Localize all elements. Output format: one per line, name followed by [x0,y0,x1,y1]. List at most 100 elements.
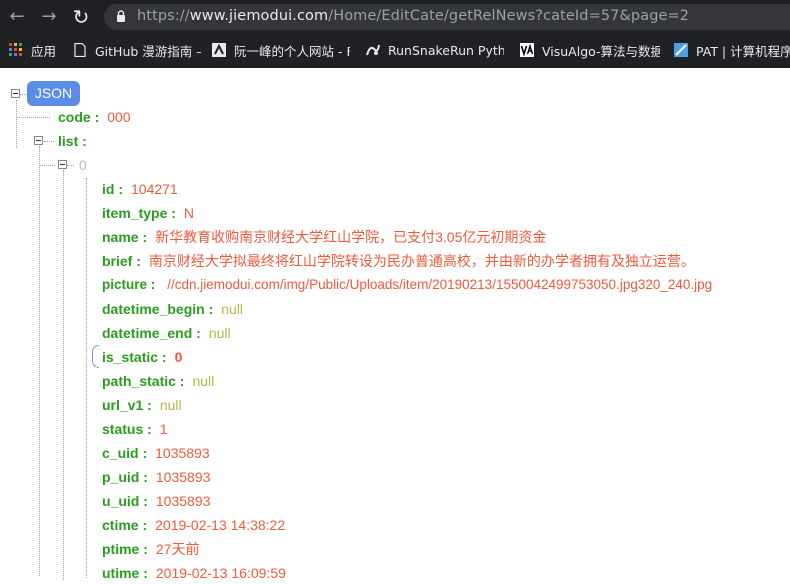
bookmark-label: RunSnakeRun Pytho [388,42,504,58]
json-key: u_uid : [102,493,148,509]
collapse-item-0-toggle[interactable] [58,160,67,169]
bookmark-apps[interactable]: 应用 [9,40,69,60]
json-value: 2019-02-13 14:38:22 [155,517,286,533]
json-key: code : [58,109,100,125]
json-row-code: code : 000 [58,106,131,128]
tree-guide-item-fields [63,170,64,580]
json-row-path-static: path_static : null [102,370,214,392]
collapse-root-toggle[interactable] [11,89,20,98]
json-row-datetime-begin: datetime_begin : null [102,298,243,320]
bookmark-visualgo[interactable]: VisuAlgo-算法与数据 [520,40,660,60]
json-row-name: name : 新华教育收购南京财经大学红山学院，已支付3.05亿元初期资金 [102,226,546,248]
json-value: null [208,325,231,341]
json-value: 2019-02-13 16:09:59 [155,565,286,581]
json-value: 南京财经大学拟最终将红山学院转设为民办普通高校，并由新的办学者拥有及独立运营。 [148,253,695,269]
json-key: p_uid : [102,469,148,485]
json-row-status: status : 1 [102,418,168,440]
json-row-ctime: ctime : 2019-02-13 14:38:22 [102,514,285,536]
tree-guide-list [44,141,54,142]
json-row-id: id : 104271 [102,178,178,200]
url-scheme: https:// [137,8,190,24]
json-row-index: 0 [79,154,87,176]
json-key: brief : [102,253,141,269]
json-row-item-type: item_type : N [102,202,194,224]
json-value: 104271 [131,181,178,197]
json-key: ctime : [102,517,148,533]
json-value: null [192,373,215,389]
json-row-c-uid: c_uid : 1035893 [102,442,210,464]
json-value: 27天前 [155,541,200,557]
json-value: 1035893 [155,469,211,485]
json-row-picture: picture : //cdn.jiemodui.com/img/Public/U… [102,274,712,296]
json-value: 新华教育收购南京财经大学红山学院，已支付3.05亿元初期资金 [155,229,547,245]
json-key: name : [102,229,148,245]
url-path: /Home/EditCate/getRelNews?cateId=57&page… [328,8,690,24]
json-key: utime : [102,565,148,581]
json-key: status : [102,421,152,437]
tree-guide-index-label [66,165,74,166]
url-text: https://www.jiemodui.com/Home/EditCate/g… [137,8,689,24]
bookmark-label: PAT | 计算机程序设 [696,43,790,59]
json-row-ptime: ptime : 27天前 [102,538,199,560]
json-row-is-static: is_static : 0 [102,346,182,368]
tree-guide-code [16,117,50,118]
page-icon [74,43,86,57]
json-value: null [221,301,244,317]
visualgo-favicon-icon [520,43,534,57]
bookmarks-bar: 应用 GitHub 漫游指南 – 阮一峰的个人网站 - F RunSnakeRu… [0,36,790,64]
json-key: item_type : [102,205,176,221]
bookmark-runsnakerun[interactable]: RunSnakeRun Pytho [366,40,504,60]
json-value: 1035893 [155,493,211,509]
json-row-list: list : [58,130,87,152]
json-value: 1 [159,421,168,437]
lock-icon [117,10,125,22]
json-key: ptime : [102,541,148,557]
json-viewer: JSON code : 000 list : 0 id : 104271 item_… [0,68,790,581]
json-row-url-v1: url_v1 : null [102,394,182,416]
collapse-list-toggle[interactable] [34,136,43,145]
tree-guide-index [39,165,55,166]
browser-chrome: ← → ↻ https://www.jiemodui.com/Home/Edit… [0,0,790,68]
json-key: url_v1 : [102,397,152,413]
tree-guide-root [16,100,17,148]
tree-guide-item-inner [86,178,87,578]
json-key: id : [102,181,123,197]
bookmark-ruanyifeng[interactable]: 阮一峰的个人网站 - F [212,40,350,60]
bookmark-pat[interactable]: PAT | 计算机程序设 [674,40,790,60]
reload-icon[interactable]: ↻ [70,6,92,28]
bookmark-label: 阮一峰的个人网站 - F [234,43,350,59]
address-bar[interactable]: https://www.jiemodui.com/Home/EditCate/g… [104,4,790,30]
bookmark-label: VisuAlgo-算法与数据 [542,43,660,59]
json-key: datetime_begin : [102,301,214,317]
json-value: 1035893 [155,445,210,461]
json-value-link[interactable]: //cdn.jiemodui.com/img/Public/Uploads/it… [167,277,712,292]
bookmark-label: GitHub 漫游指南 – [95,43,201,59]
tree-guide-list-children [39,146,40,576]
json-badge: JSON [27,81,80,106]
json-row-datetime-end: datetime_end : null [102,322,231,344]
json-row-p-uid: p_uid : 1035893 [102,466,210,488]
json-row-brief: brief : 南京财经大学拟最终将红山学院转设为民办普通高校，并由新的办学者拥有… [102,250,695,272]
json-value: null [159,397,182,413]
forward-icon[interactable]: → [38,6,60,28]
json-value: 000 [107,109,131,125]
selection-bracket [92,345,99,368]
json-key: list : [58,133,87,149]
ruanyifeng-favicon-icon [212,43,226,57]
json-key: is_static : [102,349,167,365]
pat-favicon-icon [674,43,688,57]
bookmark-github-guide[interactable]: GitHub 漫游指南 – [73,40,201,60]
runsnakerun-favicon-icon [366,44,380,56]
json-key: c_uid : [102,445,148,461]
json-value: 0 [174,349,183,365]
url-host: www.jiemodui.com [189,8,329,24]
apps-grid-icon [9,43,22,56]
bookmark-label: 应用 [31,43,57,59]
json-value: N [183,205,195,221]
json-row-u-uid: u_uid : 1035893 [102,490,210,512]
json-key: path_static : [102,373,185,389]
json-key: picture : [102,277,156,292]
json-key: datetime_end : [102,325,201,341]
array-index-label: 0 [79,157,87,173]
back-icon[interactable]: ← [6,6,28,28]
